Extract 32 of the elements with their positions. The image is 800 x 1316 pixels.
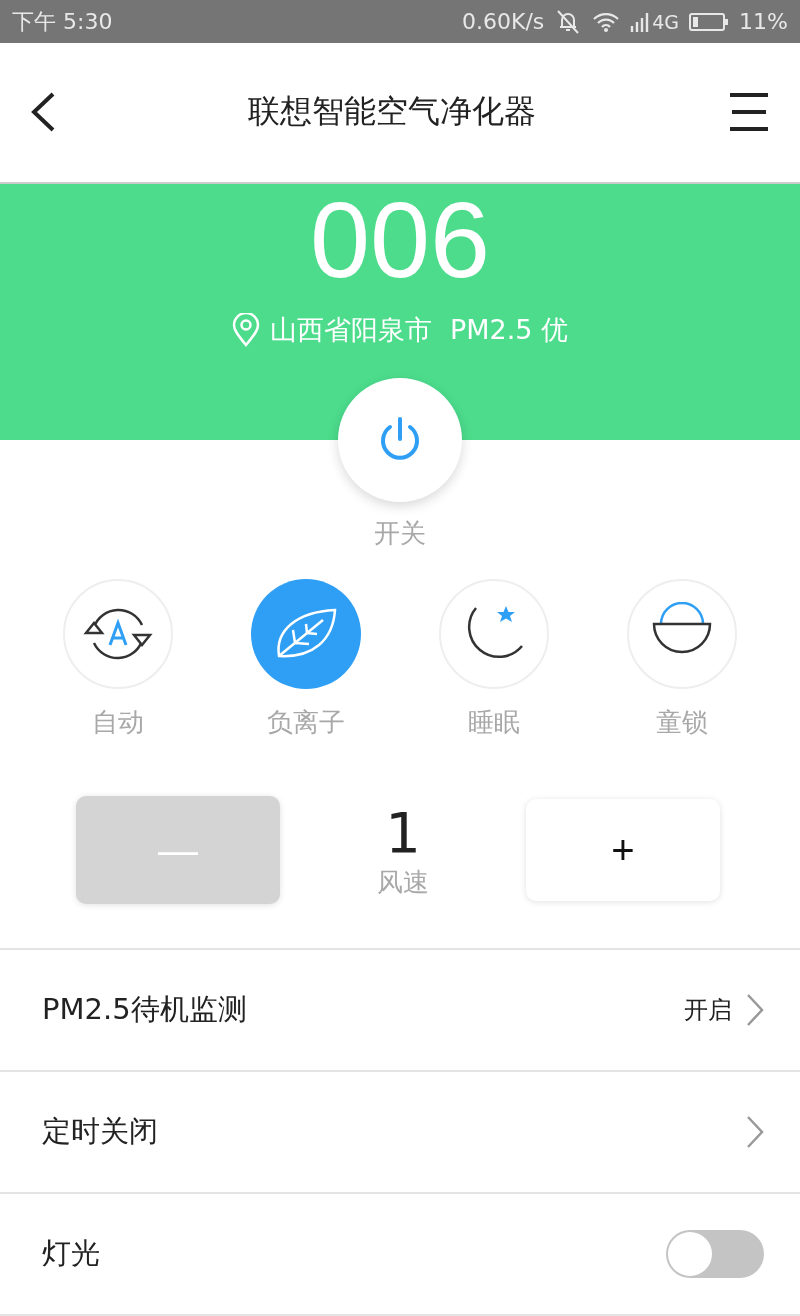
fan-speed-label: 风速 bbox=[377, 865, 429, 899]
fan-speed-value: 1 bbox=[385, 800, 421, 865]
mode-label: 负离子 bbox=[267, 706, 345, 739]
toggle-switch[interactable] bbox=[666, 1230, 764, 1278]
air-quality-rating: PM2.5 优 bbox=[449, 312, 569, 347]
power-icon bbox=[378, 417, 422, 463]
settings-row[interactable]: 定时关闭 bbox=[0, 1072, 800, 1194]
mode-label: 童锁 bbox=[656, 706, 708, 739]
location-name: 山西省阳泉市 bbox=[269, 312, 432, 347]
mode-label: 自动 bbox=[92, 706, 144, 739]
chevron-right-icon bbox=[746, 1115, 764, 1149]
mode-label: 睡眠 bbox=[468, 706, 520, 739]
wifi-icon bbox=[592, 10, 621, 33]
location-pin-icon bbox=[231, 312, 260, 347]
menu-icon[interactable] bbox=[728, 92, 770, 133]
power-label: 开关 bbox=[374, 517, 426, 550]
pm25-value: 006 bbox=[309, 179, 491, 300]
battery-icon bbox=[689, 11, 730, 32]
setting-value: 开启 bbox=[684, 995, 732, 1026]
signal-icon bbox=[630, 11, 651, 32]
setting-label: 定时关闭 bbox=[42, 1113, 159, 1150]
network-speed: 0.60K/s bbox=[462, 9, 545, 34]
network-type: 4G bbox=[652, 10, 680, 33]
page-title: 联想智能空气净化器 bbox=[247, 91, 537, 133]
setting-label: PM2.5待机监测 bbox=[42, 991, 248, 1028]
battery-level: 11% bbox=[739, 9, 788, 34]
setting-label: 灯光 bbox=[42, 1235, 101, 1272]
back-icon[interactable] bbox=[30, 92, 56, 133]
chevron-right-icon bbox=[746, 993, 764, 1027]
settings-row[interactable]: PM2.5待机监测 开启 bbox=[0, 950, 800, 1072]
status-time: 下午 5:30 bbox=[12, 7, 113, 36]
increase-button[interactable]: + bbox=[526, 799, 720, 901]
